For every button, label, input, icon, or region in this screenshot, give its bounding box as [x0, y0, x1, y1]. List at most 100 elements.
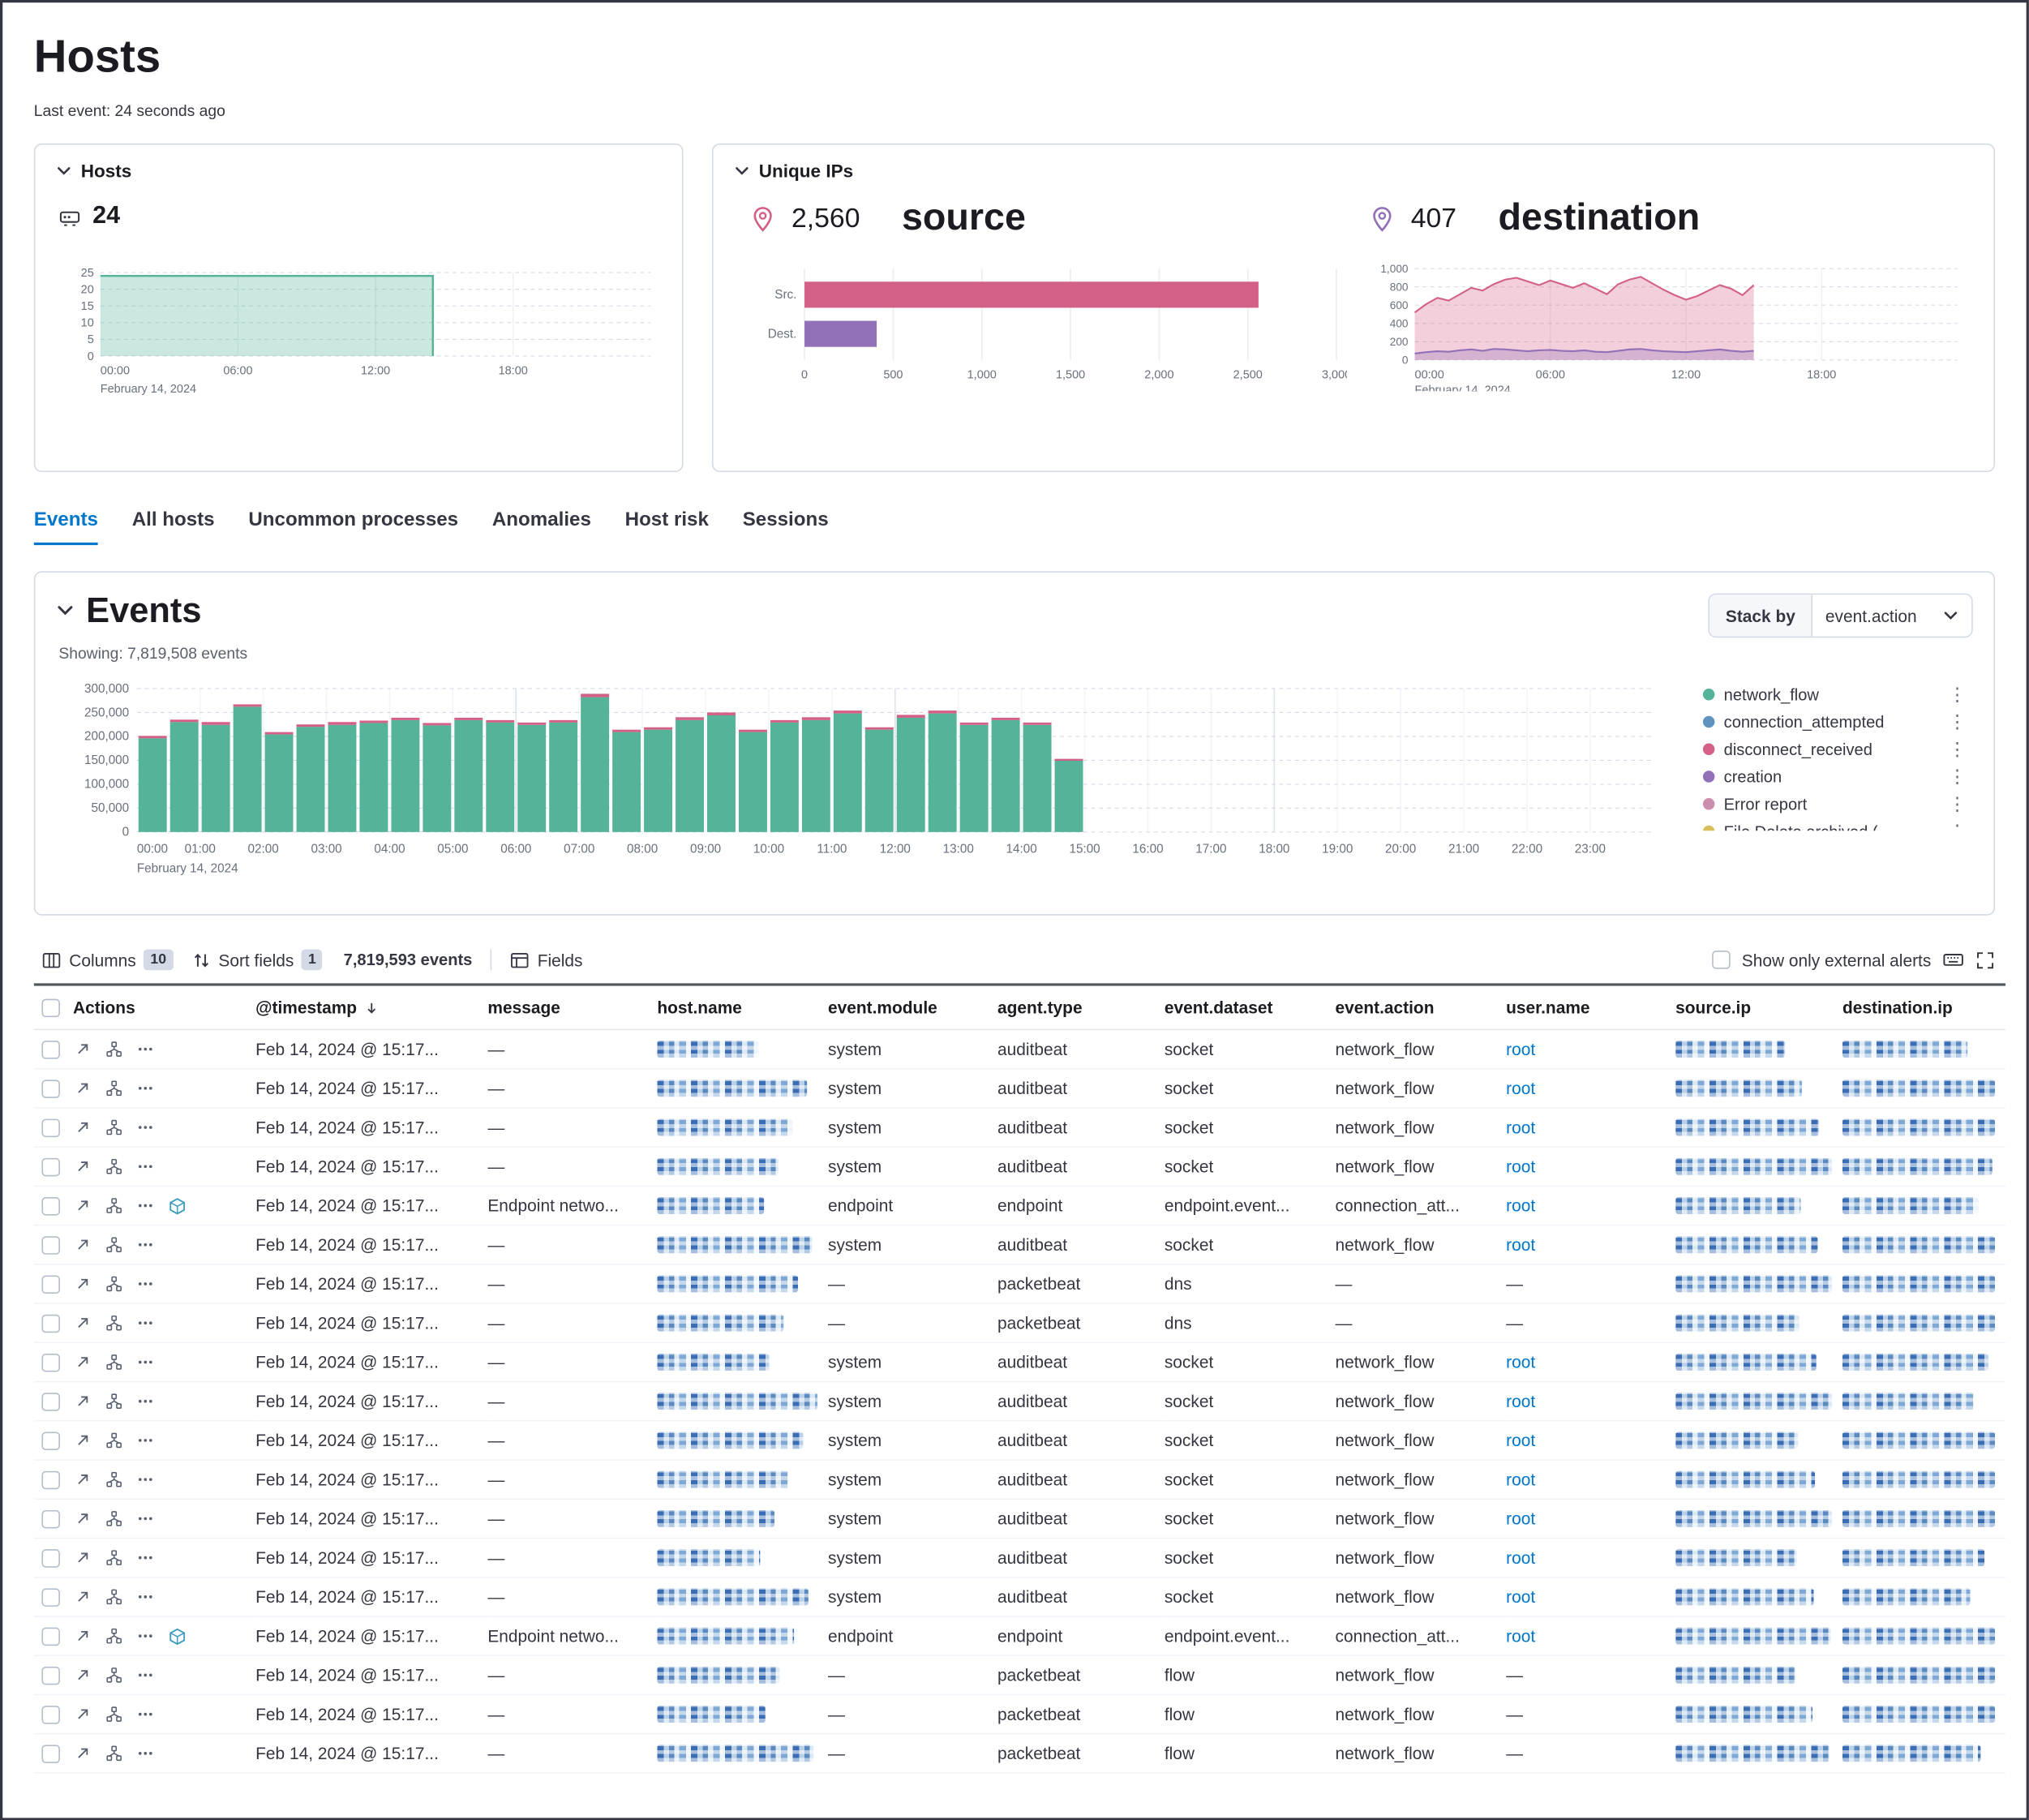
row-checkbox[interactable]	[41, 1705, 60, 1723]
column-header-event-module[interactable]: event.module	[828, 986, 997, 1031]
more-actions-icon[interactable]	[137, 1236, 154, 1253]
more-actions-icon[interactable]	[137, 1432, 154, 1449]
row-checkbox[interactable]	[41, 1627, 60, 1646]
legend-options-icon[interactable]: ⋮	[1944, 738, 1970, 760]
keyboard-shortcuts-icon[interactable]	[1943, 950, 1964, 971]
expand-event-icon[interactable]	[75, 1432, 92, 1449]
analyze-event-icon[interactable]	[105, 1393, 122, 1410]
row-checkbox[interactable]	[41, 1118, 60, 1137]
analyze-event-icon[interactable]	[105, 1745, 122, 1762]
row-checkbox[interactable]	[41, 1040, 60, 1058]
tab-sessions[interactable]: Sessions	[743, 509, 829, 545]
expand-event-icon[interactable]	[75, 1667, 92, 1684]
user-link[interactable]: root	[1506, 1039, 1535, 1058]
analyze-event-icon[interactable]	[105, 1236, 122, 1253]
row-checkbox[interactable]	[41, 1588, 60, 1607]
row-checkbox[interactable]	[41, 1432, 60, 1450]
expand-event-icon[interactable]	[75, 1510, 92, 1527]
more-actions-icon[interactable]	[137, 1276, 154, 1293]
endpoint-session-icon[interactable]	[168, 1627, 187, 1646]
column-header-source-ip[interactable]: source.ip	[1675, 986, 1842, 1031]
analyze-event-icon[interactable]	[105, 1080, 122, 1097]
user-link[interactable]: root	[1506, 1548, 1535, 1568]
more-actions-icon[interactable]	[137, 1354, 154, 1371]
more-actions-icon[interactable]	[137, 1393, 154, 1410]
chevron-down-icon[interactable]	[56, 163, 71, 178]
expand-event-icon[interactable]	[75, 1276, 92, 1293]
expand-event-icon[interactable]	[75, 1471, 92, 1488]
row-checkbox[interactable]	[41, 1353, 60, 1371]
expand-event-icon[interactable]	[75, 1158, 92, 1175]
user-link[interactable]: root	[1506, 1118, 1535, 1137]
expand-event-icon[interactable]	[75, 1549, 92, 1566]
analyze-event-icon[interactable]	[105, 1119, 122, 1136]
analyze-event-icon[interactable]	[105, 1549, 122, 1566]
legend-item[interactable]: creation⋮	[1703, 763, 1971, 791]
more-actions-icon[interactable]	[137, 1745, 154, 1762]
legend-options-icon[interactable]: ⋮	[1944, 684, 1970, 706]
expand-event-icon[interactable]	[75, 1236, 92, 1253]
row-checkbox[interactable]	[41, 1470, 60, 1489]
tab-host-risk[interactable]: Host risk	[625, 509, 709, 545]
fields-button[interactable]: Fields	[510, 950, 583, 969]
stack-by-select[interactable]: event.action	[1812, 595, 1971, 636]
more-actions-icon[interactable]	[137, 1706, 154, 1723]
column-header-event-dataset[interactable]: event.dataset	[1165, 986, 1336, 1031]
analyze-event-icon[interactable]	[105, 1276, 122, 1293]
more-actions-icon[interactable]	[137, 1588, 154, 1605]
user-link[interactable]: root	[1506, 1235, 1535, 1255]
more-actions-icon[interactable]	[137, 1549, 154, 1566]
analyze-event-icon[interactable]	[105, 1510, 122, 1527]
expand-event-icon[interactable]	[75, 1315, 92, 1332]
more-actions-icon[interactable]	[137, 1158, 154, 1175]
analyze-event-icon[interactable]	[105, 1041, 122, 1058]
expand-event-icon[interactable]	[75, 1393, 92, 1410]
user-link[interactable]: root	[1506, 1587, 1535, 1607]
legend-item[interactable]: network_flow⋮	[1703, 680, 1971, 708]
sort-fields-button[interactable]: Sort fields 1	[191, 950, 323, 971]
expand-event-icon[interactable]	[75, 1745, 92, 1762]
user-link[interactable]: root	[1506, 1470, 1535, 1489]
expand-event-icon[interactable]	[75, 1628, 92, 1645]
legend-item[interactable]: Error report⋮	[1703, 790, 1971, 818]
expand-event-icon[interactable]	[75, 1706, 92, 1723]
expand-event-icon[interactable]	[75, 1197, 92, 1214]
user-link[interactable]: root	[1506, 1195, 1535, 1215]
analyze-event-icon[interactable]	[105, 1197, 122, 1214]
select-all-checkbox[interactable]	[41, 998, 60, 1017]
row-checkbox[interactable]	[41, 1548, 60, 1567]
user-link[interactable]: root	[1506, 1626, 1535, 1646]
legend-options-icon[interactable]: ⋮	[1944, 793, 1970, 815]
analyze-event-icon[interactable]	[105, 1471, 122, 1488]
legend-item[interactable]: File Delete archived (⋮	[1703, 818, 1971, 831]
row-checkbox[interactable]	[41, 1314, 60, 1333]
row-checkbox[interactable]	[41, 1235, 60, 1254]
analyze-event-icon[interactable]	[105, 1315, 122, 1332]
more-actions-icon[interactable]	[137, 1041, 154, 1058]
row-checkbox[interactable]	[41, 1666, 60, 1685]
more-actions-icon[interactable]	[137, 1510, 154, 1527]
tab-uncommon-processes[interactable]: Uncommon processes	[248, 509, 458, 545]
columns-button[interactable]: Columns 10	[41, 950, 173, 971]
user-link[interactable]: root	[1506, 1352, 1535, 1371]
legend-options-icon[interactable]: ⋮	[1944, 766, 1970, 788]
more-actions-icon[interactable]	[137, 1471, 154, 1488]
analyze-event-icon[interactable]	[105, 1432, 122, 1449]
user-link[interactable]: root	[1506, 1157, 1535, 1176]
row-checkbox[interactable]	[41, 1509, 60, 1528]
fullscreen-icon[interactable]	[1975, 950, 1995, 969]
row-checkbox[interactable]	[41, 1392, 60, 1410]
row-checkbox[interactable]	[41, 1196, 60, 1215]
row-checkbox[interactable]	[41, 1080, 60, 1098]
expand-event-icon[interactable]	[75, 1354, 92, 1371]
analyze-event-icon[interactable]	[105, 1628, 122, 1645]
analyze-event-icon[interactable]	[105, 1158, 122, 1175]
row-checkbox[interactable]	[41, 1157, 60, 1176]
tab-anomalies[interactable]: Anomalies	[492, 509, 591, 545]
more-actions-icon[interactable]	[137, 1667, 154, 1684]
chevron-down-icon[interactable]	[56, 600, 75, 619]
more-actions-icon[interactable]	[137, 1080, 154, 1097]
column-header-message[interactable]: message	[487, 986, 657, 1031]
column-header-user-name[interactable]: user.name	[1506, 986, 1675, 1031]
expand-event-icon[interactable]	[75, 1080, 92, 1097]
